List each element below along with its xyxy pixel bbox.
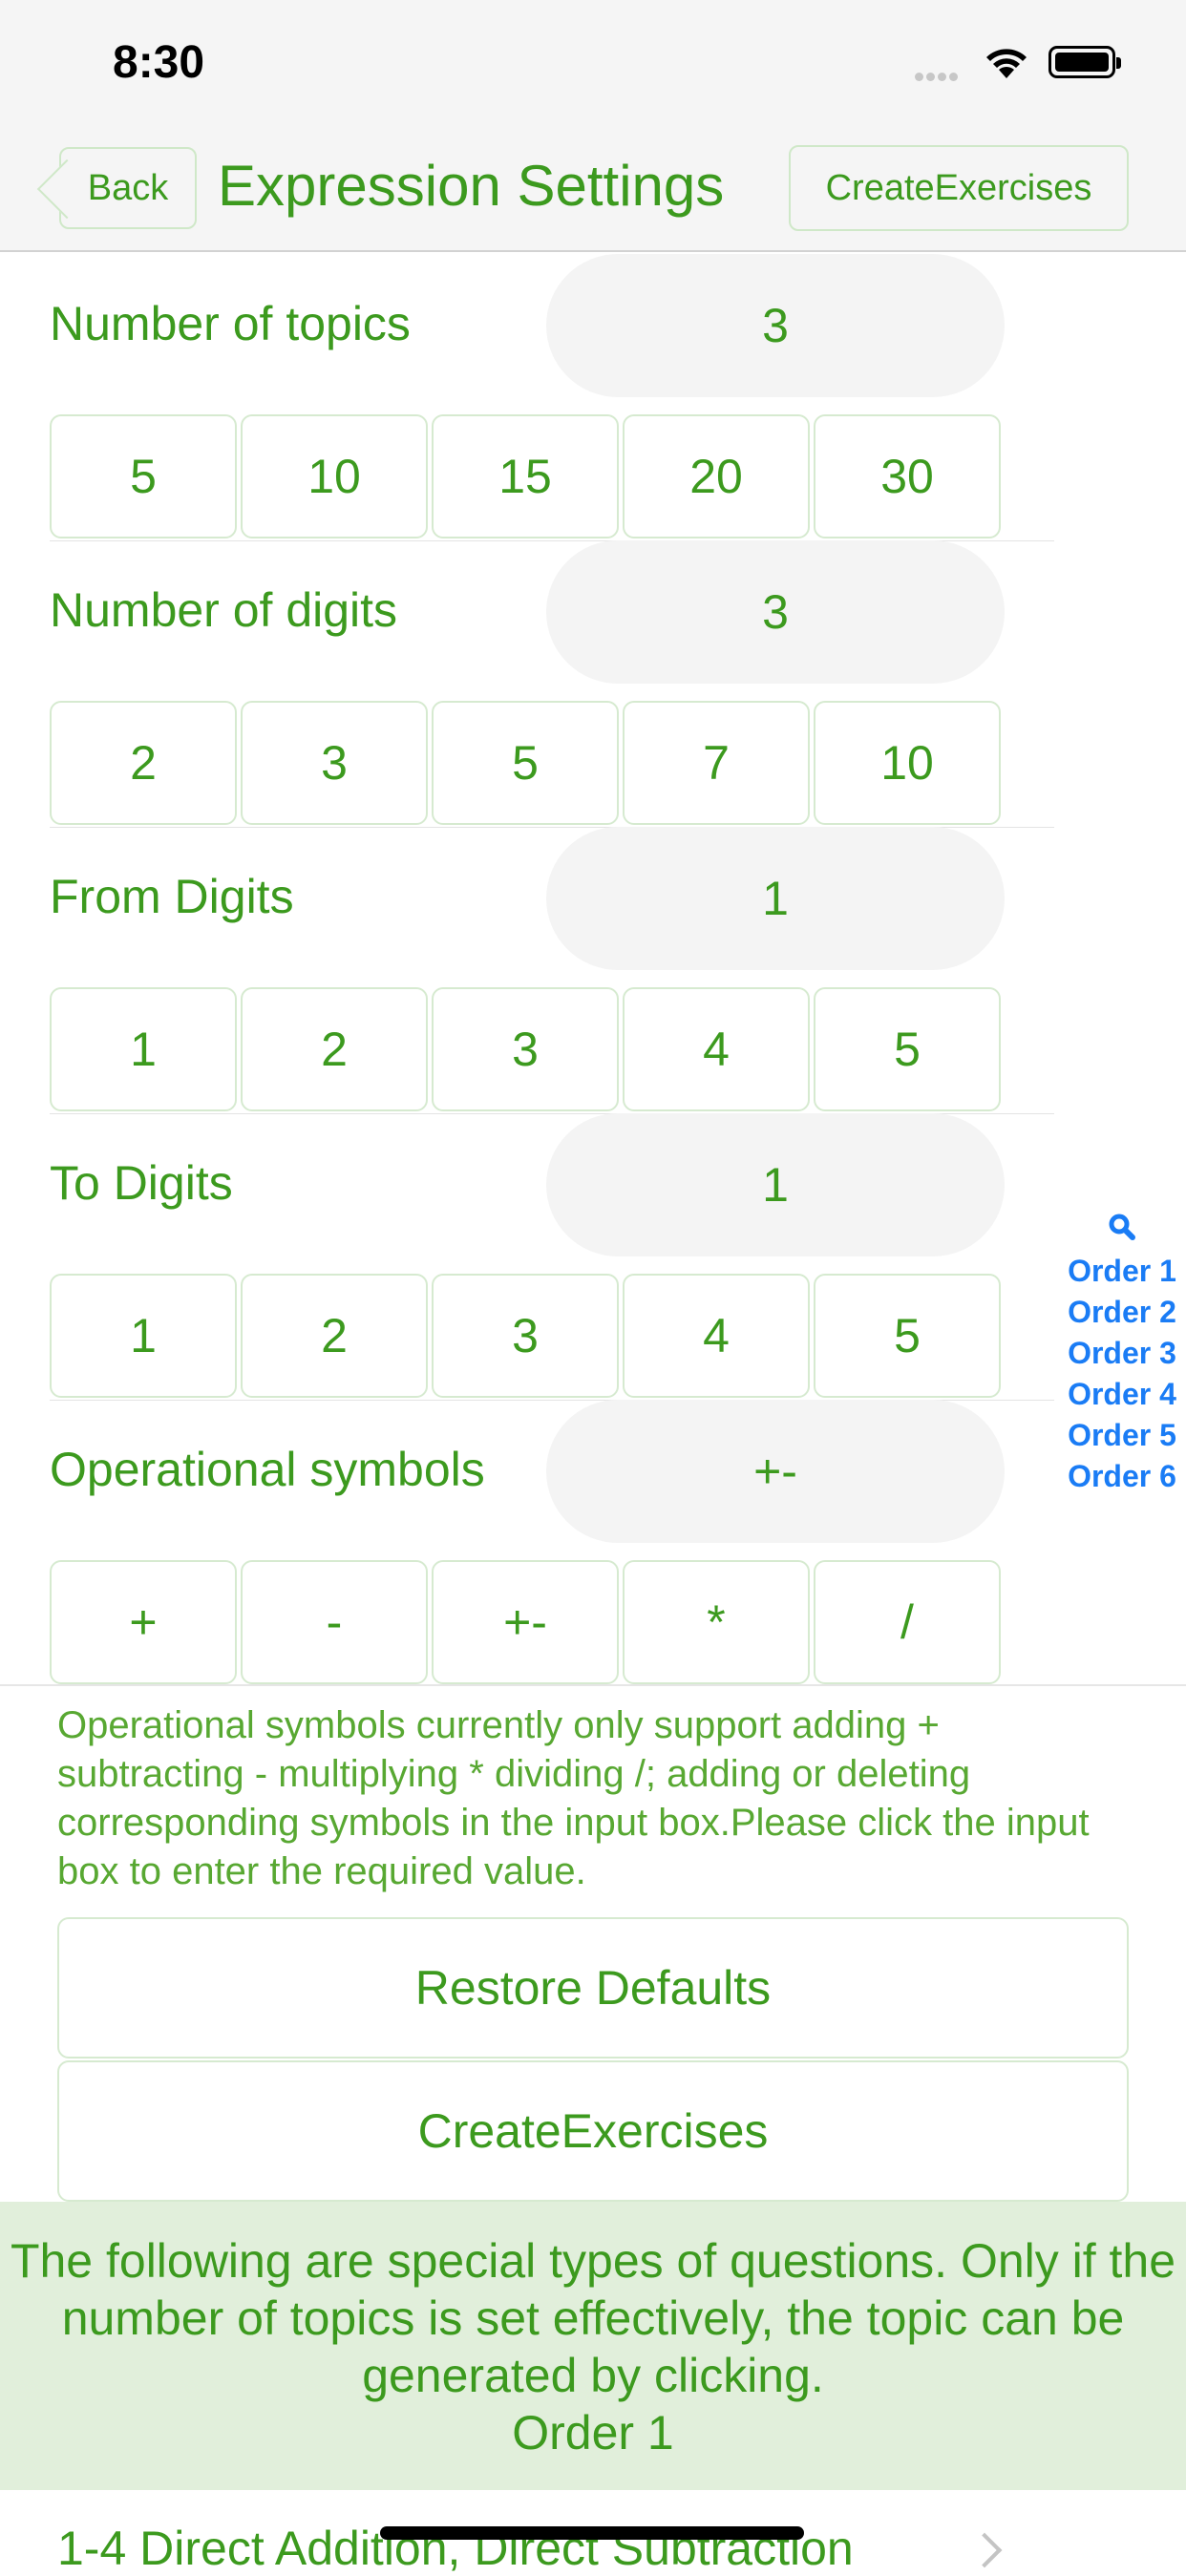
special-questions-header: The following are special types of quest… [0, 2202, 1186, 2490]
from-digits-option-button[interactable]: 4 [623, 987, 810, 1111]
create-exercises-nav-button[interactable]: CreateExercises [789, 145, 1129, 231]
status-time: 8:30 [113, 37, 205, 88]
number-of-digits-input[interactable]: 3 [546, 540, 1005, 684]
to-digits-option-button[interactable]: 4 [623, 1274, 810, 1398]
to-digits-option-button[interactable]: 5 [814, 1274, 1001, 1398]
to-digits-input[interactable]: 1 [546, 1113, 1005, 1256]
to-digits-option-button[interactable]: 2 [241, 1274, 428, 1398]
create-exercises-button[interactable]: CreateExercises [57, 2060, 1129, 2202]
symbol-option-button[interactable]: - [241, 1560, 428, 1684]
digits-option-button[interactable]: 2 [50, 701, 237, 825]
digits-option-button[interactable]: 3 [241, 701, 428, 825]
symbol-option-button[interactable]: + [50, 1560, 237, 1684]
number-of-topics-label: Number of topics [50, 297, 411, 350]
operational-symbols-label: Operational symbols [50, 1443, 485, 1496]
digits-option-button[interactable]: 10 [814, 701, 1001, 825]
number-of-digits-options: 2 3 5 7 10 [50, 701, 1005, 827]
operational-symbols-options: + - +- * / [50, 1560, 1005, 1686]
index-item-order-3[interactable]: Order 3 [1058, 1333, 1186, 1374]
back-button[interactable]: Back [59, 147, 197, 229]
from-digits-options: 1 2 3 4 5 [50, 987, 1005, 1113]
operational-symbols-note: Operational symbols currently only suppo… [57, 1704, 1090, 1892]
symbol-option-button[interactable]: / [814, 1560, 1001, 1684]
topics-option-button[interactable]: 10 [241, 414, 428, 538]
symbol-option-button[interactable]: +- [432, 1560, 619, 1684]
from-digits-option-button[interactable]: 3 [432, 987, 619, 1111]
to-digits-option-button[interactable]: 1 [50, 1274, 237, 1398]
digits-option-button[interactable]: 7 [623, 701, 810, 825]
topics-option-button[interactable]: 5 [50, 414, 237, 538]
from-digits-input[interactable]: 1 [546, 827, 1005, 970]
topics-option-button[interactable]: 30 [814, 414, 1001, 538]
search-icon[interactable] [1058, 1213, 1186, 1251]
from-digits-label: From Digits [50, 870, 294, 923]
divider [0, 1684, 1186, 1686]
to-digits-options: 1 2 3 4 5 [50, 1274, 1005, 1400]
number-of-topics-input[interactable]: 3 [546, 254, 1005, 397]
navigation-bar: Back Expression Settings CreateExercises [0, 126, 1186, 252]
index-item-order-5[interactable]: Order 5 [1058, 1415, 1186, 1456]
index-item-order-6[interactable]: Order 6 [1058, 1456, 1186, 1497]
topics-option-button[interactable]: 20 [623, 414, 810, 538]
status-bar: 8:30 [0, 0, 1186, 126]
symbol-option-button[interactable]: * [623, 1560, 810, 1684]
cellular-signal-icon [915, 69, 961, 86]
wifi-icon [982, 42, 1031, 85]
page-title: Expression Settings [218, 154, 725, 218]
to-digits-label: To Digits [50, 1156, 233, 1210]
special-section-order: Order 1 [512, 2406, 674, 2460]
index-item-order-1[interactable]: Order 1 [1058, 1251, 1186, 1292]
special-questions-text: The following are special types of quest… [10, 2234, 1176, 2402]
from-digits-option-button[interactable]: 1 [50, 987, 237, 1111]
back-label: Back [87, 167, 169, 208]
index-item-order-2[interactable]: Order 2 [1058, 1292, 1186, 1333]
digits-option-button[interactable]: 5 [432, 701, 619, 825]
topics-option-button[interactable]: 15 [432, 414, 619, 538]
battery-icon [1048, 46, 1121, 78]
to-digits-option-button[interactable]: 3 [432, 1274, 619, 1398]
operational-symbols-input[interactable]: +- [546, 1400, 1005, 1543]
section-index-bar: Order 1 Order 2 Order 3 Order 4 Order 5 … [1058, 1213, 1186, 1497]
number-of-digits-label: Number of digits [50, 583, 398, 637]
index-item-order-4[interactable]: Order 4 [1058, 1374, 1186, 1415]
restore-defaults-button[interactable]: Restore Defaults [57, 1917, 1129, 2059]
from-digits-option-button[interactable]: 5 [814, 987, 1001, 1111]
from-digits-option-button[interactable]: 2 [241, 987, 428, 1111]
number-of-topics-options: 5 10 15 20 30 [50, 414, 1005, 540]
home-indicator[interactable] [380, 2526, 804, 2540]
